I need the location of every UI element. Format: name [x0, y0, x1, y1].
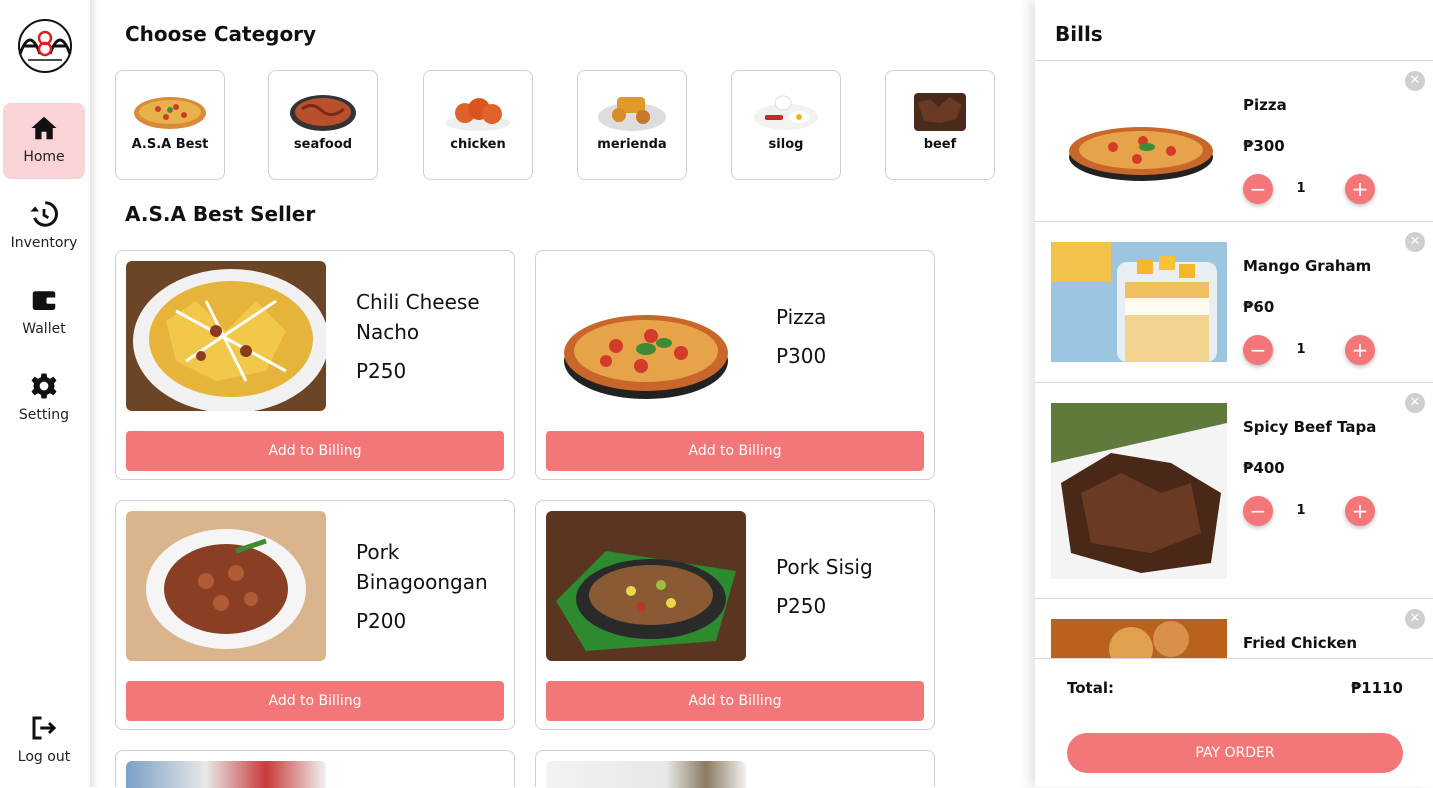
bill-item: Pizza ₱300 − 1 + ✕	[1035, 61, 1433, 222]
bill-item-image	[1051, 403, 1227, 579]
category-chicken[interactable]: chicken	[423, 70, 533, 180]
nav-inventory[interactable]: Inventory	[3, 189, 85, 265]
category-label: seafood	[293, 137, 353, 152]
decrease-qty-button[interactable]: −	[1243, 174, 1273, 204]
merienda-thumbnail	[598, 97, 666, 131]
nav-wallet[interactable]: Wallet	[3, 275, 85, 351]
nav-wallet-label: Wallet	[22, 321, 66, 337]
product-price: P300	[776, 344, 827, 368]
product-image	[546, 261, 746, 411]
nav-setting[interactable]: Setting	[3, 361, 85, 437]
bill-item-price: ₱400	[1243, 459, 1285, 477]
product-image	[546, 761, 746, 788]
category-row: A.S.A Best seafood chicken merienda silo…	[115, 70, 1015, 180]
category-label: beef	[923, 137, 957, 152]
bill-item-image	[1051, 619, 1227, 658]
decrease-qty-button[interactable]: −	[1243, 496, 1273, 526]
silog-thumbnail	[754, 95, 818, 130]
bill-item-price: ₱60	[1243, 298, 1275, 316]
increase-qty-button[interactable]: +	[1345, 174, 1375, 204]
nav-home[interactable]: Home	[3, 103, 85, 179]
add-to-billing-button[interactable]: Add to Billing	[546, 681, 924, 721]
product-price: P250	[356, 359, 407, 383]
qty-value: 1	[1296, 181, 1306, 196]
increase-qty-button[interactable]: +	[1345, 496, 1375, 526]
product-card: Chili Cheese Nacho P250 Add to Billing	[115, 250, 515, 480]
logout-label: Log out	[17, 749, 71, 765]
product-name: Pork Sisig	[776, 555, 873, 579]
product-card: Pork Binagoongan P200 Add to Billing	[115, 500, 515, 730]
home-icon	[31, 116, 57, 140]
category-merienda[interactable]: merienda	[577, 70, 687, 180]
product-card: Pizza P300 Add to Billing	[535, 250, 935, 480]
category-seafood[interactable]: seafood	[268, 70, 378, 180]
bill-item-price: ₱300	[1243, 137, 1285, 155]
seafood-thumbnail	[290, 95, 356, 131]
add-to-billing-button[interactable]: Add to Billing	[126, 431, 504, 471]
sidebar: Home Inventory Wallet Setting Log out	[0, 0, 90, 787]
product-card	[115, 750, 515, 788]
bill-item: Mango Graham ₱60 − 1 + ✕	[1035, 222, 1433, 383]
remove-item-icon[interactable]: ✕	[1405, 609, 1425, 629]
decrease-qty-button[interactable]: −	[1243, 335, 1273, 365]
main-content: Choose Category A.S.A Best seafood chick…	[98, 0, 1034, 788]
bill-list[interactable]: Pizza ₱300 − 1 + ✕ Mango Graham ₱60 − 1 …	[1035, 61, 1433, 658]
bill-item-name: Mango Graham	[1243, 257, 1372, 275]
nav-setting-label: Setting	[18, 407, 70, 423]
pizza-thumbnail	[134, 97, 206, 129]
wallet-icon	[32, 291, 57, 310]
history-icon	[30, 201, 58, 227]
sidebar-divider	[90, 0, 98, 787]
total-value: ₱1110	[1350, 679, 1403, 697]
category-label: merienda	[597, 137, 667, 152]
bills-panel: Bills Pizza ₱300 − 1 + ✕ Mango Graham ₱6…	[1035, 0, 1433, 787]
increase-qty-button[interactable]: +	[1345, 335, 1375, 365]
remove-item-icon[interactable]: ✕	[1405, 232, 1425, 252]
product-card	[535, 750, 935, 788]
chicken-thumbnail	[446, 98, 510, 131]
qty-value: 1	[1296, 342, 1306, 357]
bill-item-image	[1051, 242, 1227, 362]
add-to-billing-button[interactable]: Add to Billing	[126, 681, 504, 721]
best-seller-title: A.S.A Best Seller	[125, 202, 316, 226]
product-image	[126, 511, 326, 661]
category-beef[interactable]: beef	[885, 70, 995, 180]
category-label: silog	[768, 137, 804, 152]
bill-item: Fried Chicken ✕	[1035, 599, 1433, 658]
bills-footer: Total: ₱1110 PAY ORDER	[1035, 658, 1433, 787]
bill-item: Spicy Beef Tapa ₱400 − 1 + ✕	[1035, 383, 1433, 599]
pay-order-button[interactable]: PAY ORDER	[1067, 733, 1403, 773]
product-image	[546, 511, 746, 661]
product-name: Pork Binagoongan	[356, 540, 488, 594]
bill-item-image	[1051, 99, 1227, 189]
remove-item-icon[interactable]: ✕	[1405, 71, 1425, 91]
total-label: Total:	[1067, 679, 1114, 697]
product-name: Pizza	[776, 305, 827, 329]
category-label: chicken	[450, 137, 506, 152]
category-silog[interactable]: silog	[731, 70, 841, 180]
beef-thumbnail	[914, 93, 966, 131]
category-asa-best[interactable]: A.S.A Best	[115, 70, 225, 180]
bill-item-name: Pizza	[1243, 96, 1287, 114]
product-price: P250	[776, 594, 827, 618]
restaurant-logo	[10, 18, 80, 74]
logout-icon	[32, 716, 57, 740]
gear-icon	[31, 373, 57, 399]
add-to-billing-button[interactable]: Add to Billing	[546, 431, 924, 471]
bill-item-name: Fried Chicken	[1243, 634, 1358, 652]
nav-inventory-label: Inventory	[10, 235, 78, 251]
category-label: A.S.A Best	[131, 137, 209, 152]
nav-home-label: Home	[23, 149, 65, 165]
product-card: Pork Sisig P250 Add to Billing	[535, 500, 935, 730]
bill-item-name: Spicy Beef Tapa	[1243, 418, 1377, 436]
category-title: Choose Category	[125, 22, 317, 46]
qty-value: 1	[1296, 503, 1306, 518]
product-image	[126, 261, 326, 411]
logout-button[interactable]: Log out	[3, 703, 85, 779]
bills-title: Bills	[1055, 22, 1103, 46]
remove-item-icon[interactable]: ✕	[1405, 393, 1425, 413]
product-image	[126, 761, 326, 788]
product-price: P200	[356, 609, 407, 633]
product-name: Chili Cheese Nacho	[356, 290, 480, 344]
